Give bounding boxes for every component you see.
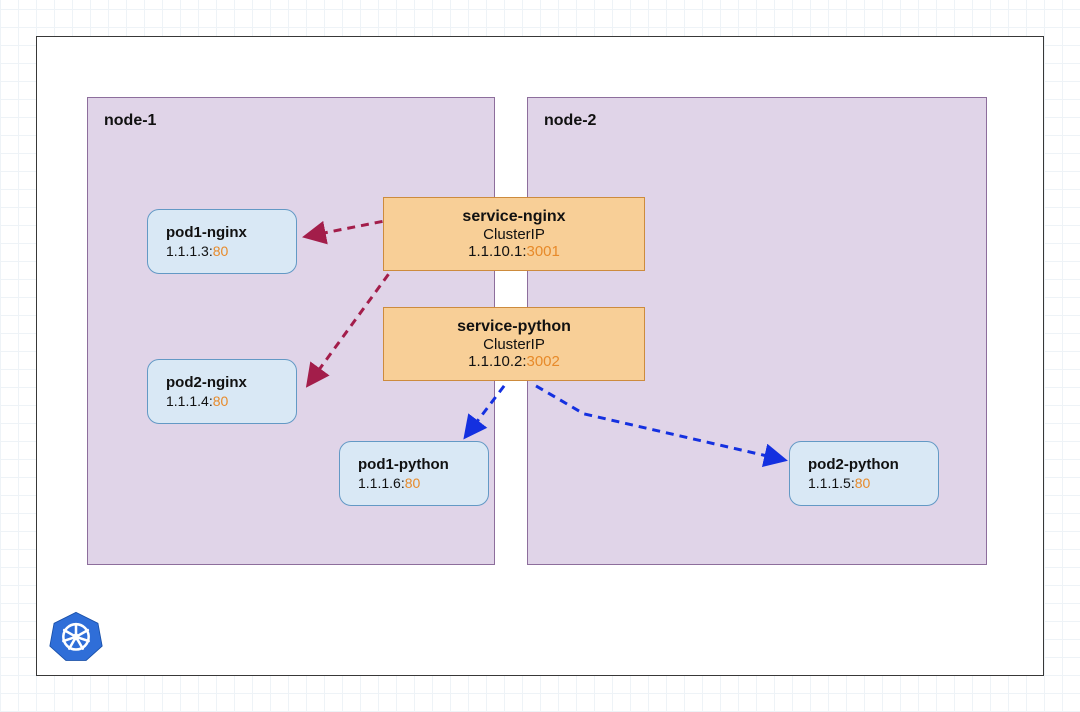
pod2-nginx-box: pod2-nginx 1.1.1.4:80 — [147, 359, 297, 424]
pod2-nginx-addr: 1.1.1.4:80 — [166, 393, 278, 409]
pod1-nginx-box: pod1-nginx 1.1.1.3:80 — [147, 209, 297, 274]
service-nginx-addr: 1.1.10.1:3001 — [402, 243, 626, 260]
service-python-addr: 1.1.10.2:3002 — [402, 353, 626, 370]
pod2-python-addr: 1.1.1.5:80 — [808, 475, 920, 491]
diagram-canvas: node-1 node-2 pod1-nginx 1.1.1.3:80 pod2… — [36, 36, 1044, 676]
service-python-title: service-python — [402, 318, 626, 336]
service-nginx-box: service-nginx ClusterIP 1.1.10.1:3001 — [383, 197, 645, 271]
pod2-python-title: pod2-python — [808, 456, 920, 473]
pod1-python-box: pod1-python 1.1.1.6:80 — [339, 441, 489, 506]
service-nginx-title: service-nginx — [402, 208, 626, 226]
node-2-label: node-2 — [544, 112, 596, 130]
pod1-python-addr: 1.1.1.6:80 — [358, 475, 470, 491]
service-nginx-type: ClusterIP — [402, 226, 626, 243]
kubernetes-icon — [49, 609, 103, 663]
service-python-type: ClusterIP — [402, 336, 626, 353]
pod1-nginx-title: pod1-nginx — [166, 224, 278, 241]
node-1-label: node-1 — [104, 112, 156, 130]
pod2-nginx-title: pod2-nginx — [166, 374, 278, 391]
pod1-python-title: pod1-python — [358, 456, 470, 473]
service-python-box: service-python ClusterIP 1.1.10.2:3002 — [383, 307, 645, 381]
pod2-python-box: pod2-python 1.1.1.5:80 — [789, 441, 939, 506]
pod1-nginx-addr: 1.1.1.3:80 — [166, 243, 278, 259]
